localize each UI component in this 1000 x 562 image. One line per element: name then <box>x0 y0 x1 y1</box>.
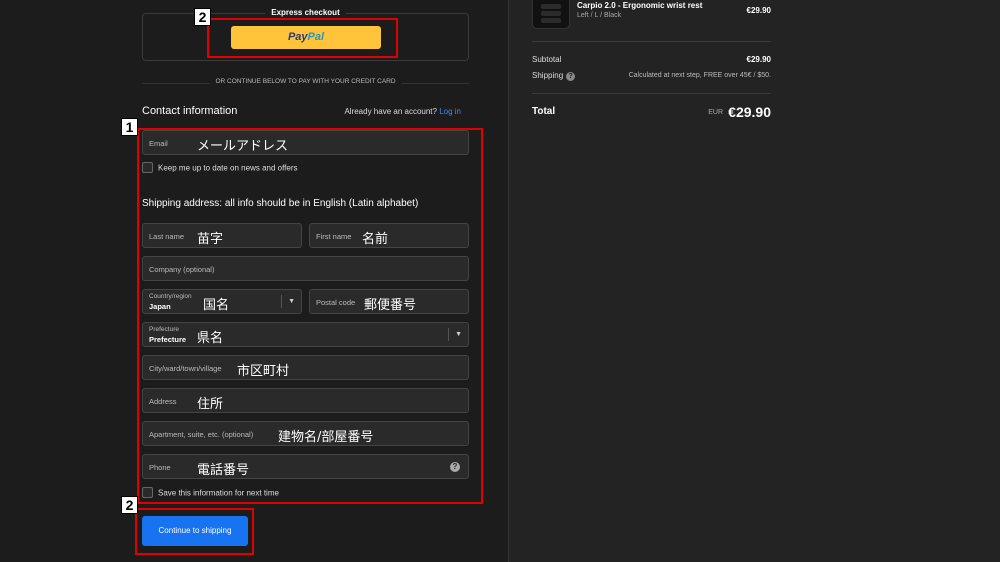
annotation-badge-2-top: 2 <box>194 8 211 26</box>
product-price: €29.90 <box>746 6 771 15</box>
account-prompt: Already have an account? Log in <box>344 107 461 116</box>
summary-divider <box>532 93 771 94</box>
summary-divider <box>532 41 771 42</box>
express-checkout-title: Express checkout <box>142 8 469 17</box>
or-divider: OR CONTINUE BELOW TO PAY WITH YOUR CREDI… <box>142 78 469 88</box>
subtotal-label: Subtotal <box>532 55 562 64</box>
product-name: Carpio 2.0 - Ergonomic wrist rest <box>577 1 703 10</box>
login-link[interactable]: Log in <box>439 107 461 116</box>
help-icon[interactable]: ? <box>566 72 576 81</box>
highlight-form <box>137 128 483 504</box>
product-variant: Left / L / Black <box>577 12 622 19</box>
subtotal-value: €29.90 <box>746 55 771 64</box>
total-currency: EUR <box>708 109 723 116</box>
annotation-badge-1: 1 <box>121 118 138 136</box>
annotation-badge-2-bottom: 2 <box>121 496 138 514</box>
product-thumbnail <box>532 0 570 29</box>
highlight-paypal <box>207 18 398 58</box>
shipping-label-row: Shipping? <box>532 71 576 81</box>
order-summary-panel <box>508 0 1000 562</box>
highlight-continue <box>135 508 254 555</box>
shipping-note: Calculated at next step, FREE over 45€ /… <box>628 72 771 79</box>
total-label: Total <box>532 106 556 117</box>
shipping-summary-label: Shipping <box>532 71 564 80</box>
contact-title: Contact information <box>142 105 238 117</box>
total-value: €29.90 <box>728 104 771 120</box>
